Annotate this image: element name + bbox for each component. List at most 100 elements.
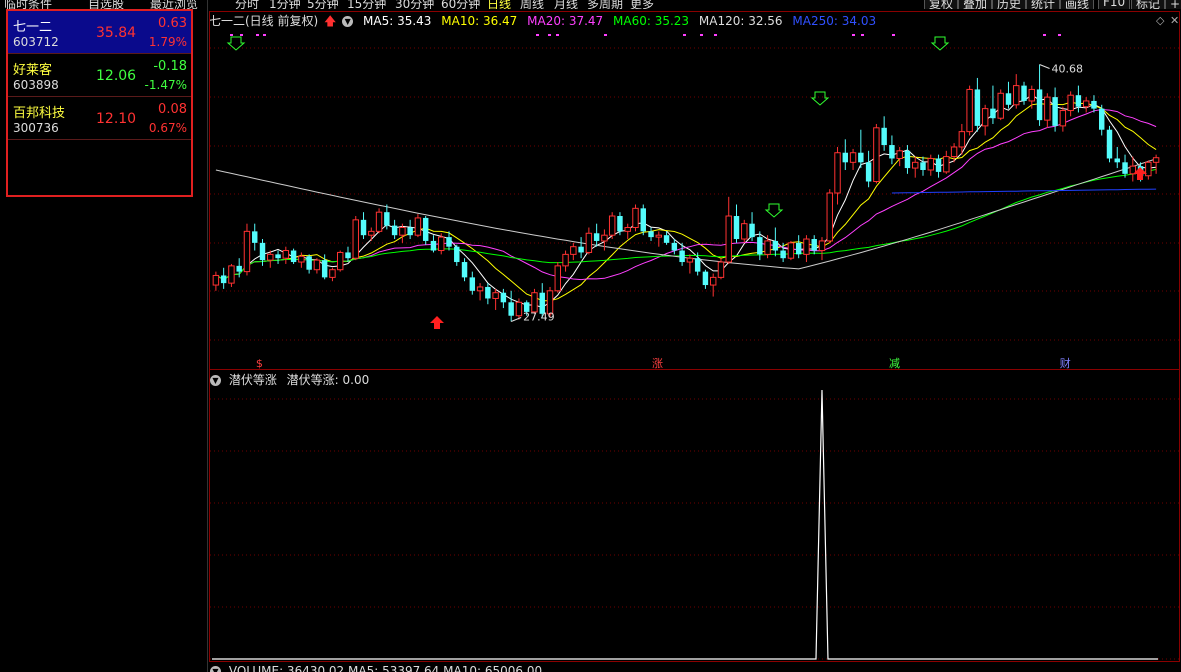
chevron-down-icon[interactable]: ▼ — [210, 375, 221, 386]
ma250-line — [891, 188, 1157, 194]
arrow-down-shape — [810, 91, 830, 106]
candle-body — [733, 216, 740, 240]
candle-body — [671, 242, 678, 251]
candle-body — [1091, 100, 1097, 109]
candle-body — [345, 252, 351, 259]
candle-body — [485, 286, 491, 299]
candle-body — [290, 250, 297, 263]
signal-dot — [240, 34, 243, 36]
candle-body — [1005, 93, 1012, 105]
candle-body — [757, 237, 763, 255]
candle-body — [585, 232, 593, 253]
candle-body — [1152, 157, 1160, 163]
candle-body — [818, 240, 826, 252]
candle-body — [904, 150, 911, 169]
ma-lines — [215, 94, 1157, 308]
candle-body — [889, 145, 895, 159]
candle-body — [531, 292, 538, 313]
candle-body — [399, 227, 406, 236]
candle-body — [997, 92, 1004, 119]
candle-body — [500, 292, 507, 303]
candle-body — [469, 277, 476, 291]
candle-body — [842, 152, 849, 163]
ma10-line — [215, 101, 1157, 302]
signal-dot — [263, 34, 266, 36]
candle-body — [1122, 162, 1128, 174]
candle-body — [1106, 129, 1113, 159]
low-label: 27.49 — [523, 310, 555, 323]
candle-body — [1114, 158, 1120, 163]
candles — [212, 64, 1160, 322]
candle-body — [725, 215, 732, 263]
low-pointer — [510, 317, 522, 322]
candle-body — [709, 276, 717, 286]
signal-dot — [604, 34, 607, 36]
signal-dot — [714, 34, 717, 36]
volume-label: VOLUME: 36430.02 MA5: 53397.64 MA10: 650… — [228, 664, 543, 672]
candle-body — [252, 231, 258, 243]
indicator-line — [212, 389, 1158, 660]
candle-body — [454, 246, 460, 263]
candle-body — [515, 301, 523, 317]
signal-dot — [556, 34, 559, 36]
candle-body — [686, 257, 694, 263]
candle-body — [391, 225, 398, 236]
candle-body — [764, 240, 771, 255]
candle-body — [927, 157, 934, 171]
arrow-down-shape — [764, 203, 784, 218]
candle-body — [935, 158, 942, 172]
signal-dot — [700, 34, 703, 36]
candle-body — [640, 208, 646, 232]
candle-body — [601, 234, 608, 242]
candle-body — [780, 250, 786, 259]
candle-body — [1028, 88, 1036, 102]
candle-body — [990, 108, 996, 119]
volume-header: ▼ VOLUME: 36430.02 MA5: 53397.64 MA10: 6… — [210, 664, 542, 672]
signal-dot — [1058, 34, 1061, 36]
candle-body — [920, 162, 926, 170]
candle-body — [407, 227, 413, 236]
candle-body — [554, 265, 562, 292]
high-label: 40.68 — [1052, 63, 1084, 76]
indicator-pane-frame — [209, 369, 1180, 662]
indicator-header: ▼ 潜伏等涨 潜伏等涨: 0.00 — [210, 371, 369, 388]
candle-body — [430, 240, 437, 251]
candle-body — [508, 302, 514, 316]
signal-dot — [1043, 34, 1046, 36]
candle-body — [881, 127, 887, 146]
candle-body — [306, 256, 312, 270]
price-chart[interactable]: 40.68 27.49 $ 涨 减 财 — [0, 0, 1181, 672]
candle-body — [438, 236, 445, 252]
candle-body — [492, 292, 499, 299]
candle-body — [446, 237, 452, 247]
candle-body — [1021, 85, 1027, 101]
candle-body — [336, 251, 344, 271]
candle-body — [717, 261, 725, 278]
candle-body — [321, 260, 328, 278]
arrow-up-shape — [430, 316, 444, 329]
candle-body — [282, 250, 290, 259]
candle-body — [1059, 110, 1067, 127]
candle-body — [624, 227, 631, 232]
high-pointer — [1039, 64, 1050, 69]
candle-body — [360, 219, 367, 236]
candle-body — [663, 235, 670, 243]
candle-body — [578, 246, 584, 253]
candle-body — [1013, 85, 1020, 106]
candle-body — [749, 223, 755, 238]
candle-body — [834, 152, 841, 194]
candle-body — [849, 152, 857, 163]
candle-body — [865, 162, 872, 182]
candle-body — [679, 250, 685, 263]
candle-body — [1052, 97, 1058, 126]
candle-body — [461, 262, 468, 278]
candle-body — [896, 150, 903, 159]
chevron-down-icon[interactable]: ▼ — [210, 666, 221, 672]
candle-body — [1036, 89, 1043, 121]
candle-body — [236, 265, 242, 272]
candle-body — [329, 269, 336, 278]
event-marker: 财 — [1060, 356, 1071, 370]
candle-body — [858, 152, 864, 163]
signal-dot — [861, 34, 864, 36]
candle-body — [608, 215, 616, 236]
